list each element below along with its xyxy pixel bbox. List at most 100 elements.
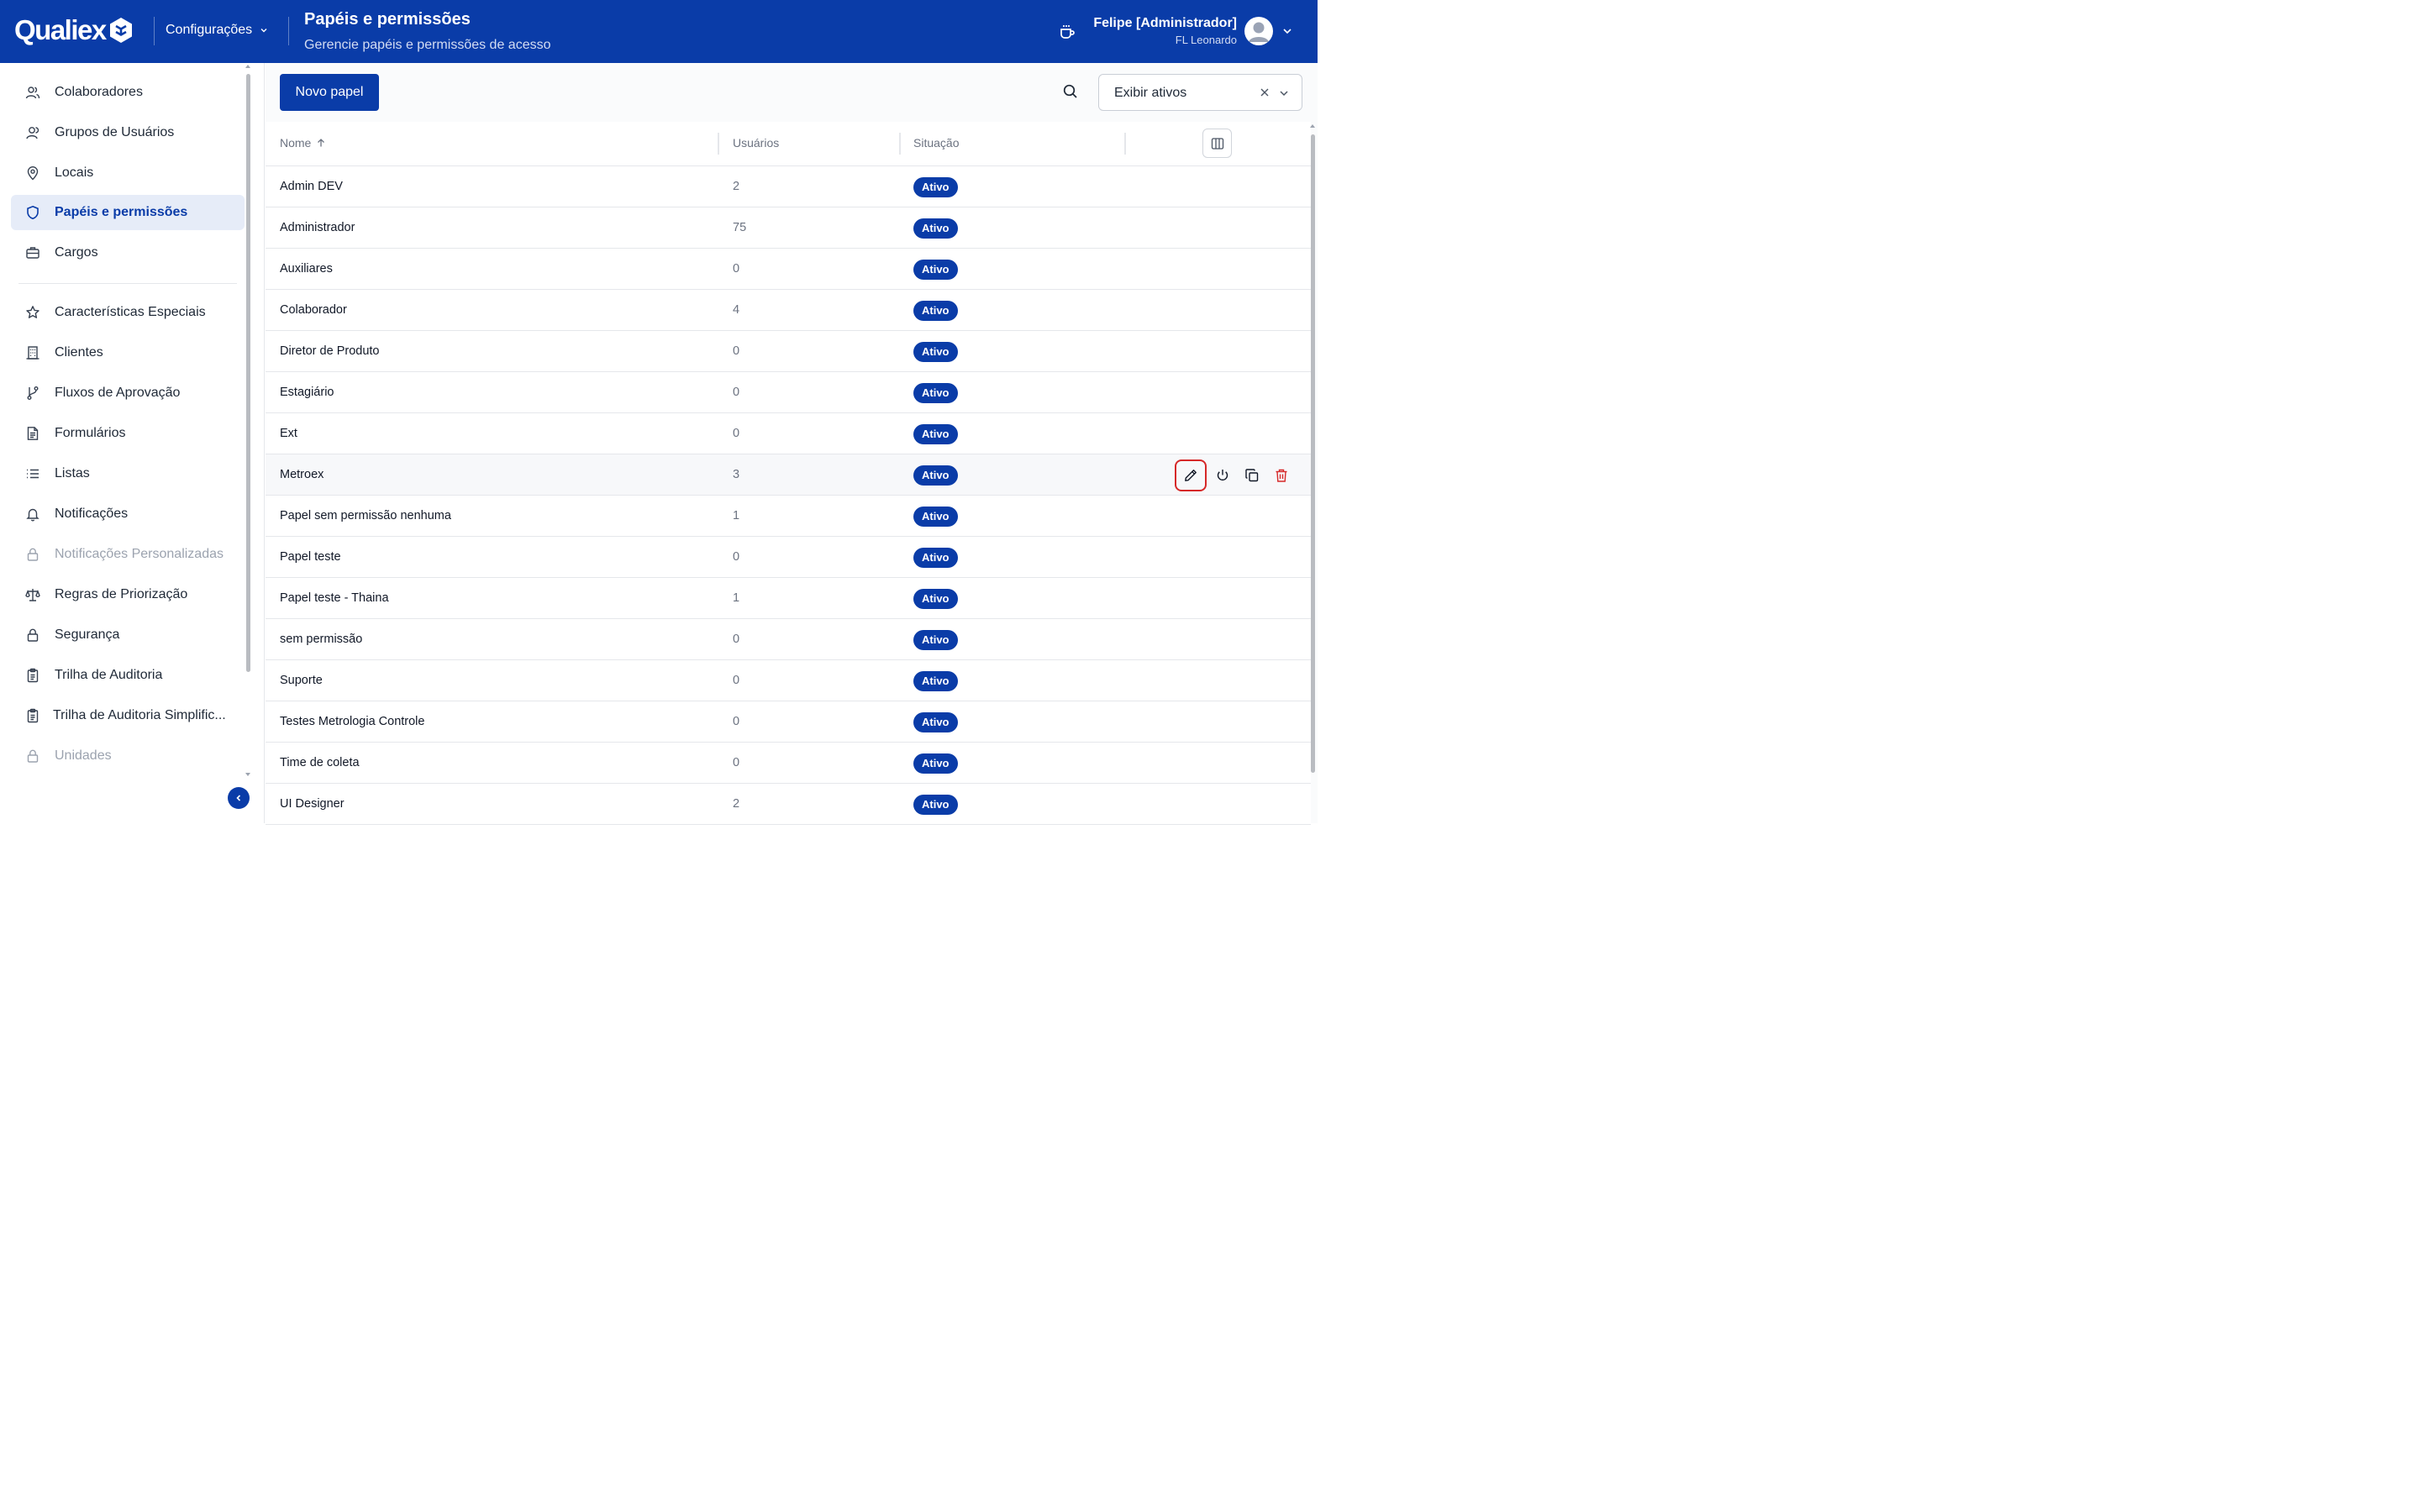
role-name: Papel teste - Thaina: [280, 591, 389, 605]
status-badge: Ativo: [913, 753, 958, 774]
table-row[interactable]: Auxiliares 0 Ativo: [266, 249, 1311, 290]
status-badge: Ativo: [913, 795, 958, 815]
scroll-down-arrow[interactable]: [245, 773, 250, 776]
column-resize-handle[interactable]: [1124, 133, 1126, 155]
scroll-up-arrow[interactable]: [245, 65, 250, 68]
column-label: Nome: [280, 136, 312, 150]
chevron-down-icon[interactable]: [1278, 87, 1290, 99]
sidebar-item-trilha-de-auditoria-simplificada[interactable]: Trilha de Auditoria Simplific...: [11, 698, 245, 733]
table-row[interactable]: Administrador 75 Ativo: [266, 207, 1311, 249]
column-header-users[interactable]: Usuários: [733, 136, 779, 150]
users-count: 1: [733, 591, 740, 605]
sidebar-item-grupos-de-usuarios[interactable]: Grupos de Usuários: [11, 115, 245, 150]
qualiex-logo[interactable]: Qualiex: [14, 14, 134, 46]
table-row[interactable]: Estagiário 0 Ativo: [266, 372, 1311, 413]
new-role-button[interactable]: Novo papel: [280, 74, 379, 111]
coffee-icon[interactable]: [1058, 23, 1076, 41]
role-name: Ext: [280, 427, 297, 440]
user-name[interactable]: Felipe [Administrador]: [1093, 16, 1237, 31]
users-count: 0: [733, 262, 740, 276]
user-group-icon: [25, 127, 39, 139]
sidebar-item-notificacoes[interactable]: Notificações: [11, 496, 245, 532]
sidebar-item-listas[interactable]: Listas: [11, 456, 245, 491]
header-divider: [288, 17, 289, 45]
trash-icon: [1276, 469, 1287, 482]
sidebar-item-label: Trilha de Auditoria Simplific...: [53, 708, 226, 722]
collapse-sidebar-button[interactable]: [228, 787, 250, 809]
columns-icon: [1211, 137, 1223, 150]
sidebar-scrollbar[interactable]: [246, 74, 250, 672]
users-count: 0: [733, 633, 740, 646]
table-row[interactable]: Admin DEV 2 Ativo: [266, 166, 1311, 207]
table-row[interactable]: Time de coleta 0 Ativo: [266, 743, 1311, 784]
sidebar-item-label: Características Especiais: [55, 305, 206, 319]
brand-name: Qualiex: [14, 14, 107, 45]
table-row[interactable]: Papel teste - Thaina 1 Ativo: [266, 578, 1311, 619]
column-header-status[interactable]: Situação: [913, 136, 959, 150]
sidebar-item-label: Papéis e permissões: [55, 205, 188, 219]
table-row[interactable]: Suporte 0 Ativo: [266, 660, 1311, 701]
role-name: Colaborador: [280, 303, 347, 317]
table-row[interactable]: Diretor de Produto 0 Ativo: [266, 331, 1311, 372]
user-avatar-icon[interactable]: [1244, 17, 1273, 45]
sidebar-item-formularios[interactable]: Formulários: [11, 416, 245, 451]
edit-button[interactable]: [1175, 459, 1207, 491]
chevron-left-icon: [236, 795, 241, 801]
users-icon: [25, 87, 39, 99]
person-icon: [1249, 22, 1269, 42]
users-count: 3: [733, 468, 740, 481]
scroll-up-arrow[interactable]: [1310, 124, 1315, 128]
chevron-down-icon[interactable]: [1281, 25, 1293, 37]
sidebar-item-trilha-de-auditoria[interactable]: Trilha de Auditoria: [11, 658, 245, 693]
file-text-icon: [27, 427, 38, 440]
sidebar-item-clientes[interactable]: Clientes: [11, 335, 245, 370]
role-name: Metroex: [280, 468, 324, 481]
lock-icon: [27, 749, 38, 763]
table-row[interactable]: Testes Metrologia Controle 0 Ativo: [266, 701, 1311, 743]
status-filter-select[interactable]: Exibir ativos: [1098, 74, 1302, 111]
column-header-name[interactable]: Nome: [280, 136, 326, 150]
users-count: 2: [733, 180, 740, 193]
role-name: Admin DEV: [280, 180, 343, 193]
duplicate-button[interactable]: [1236, 459, 1268, 491]
status-badge: Ativo: [913, 507, 958, 527]
sidebar-item-papeis-e-permissoes[interactable]: Papéis e permissões: [11, 195, 245, 230]
search-icon[interactable]: [1062, 83, 1079, 100]
sidebar-item-cargos[interactable]: Cargos: [11, 235, 245, 270]
users-count: 0: [733, 756, 740, 769]
deactivate-button[interactable]: [1207, 459, 1239, 491]
table-row[interactable]: Ext 0 Ativo: [266, 413, 1311, 454]
table-row[interactable]: Papel sem permissão nenhuma 1 Ativo: [266, 496, 1311, 537]
pencil-icon: [1185, 470, 1197, 481]
main-content: Novo papel Exibir ativos Nome Usuários S…: [266, 63, 1318, 825]
sidebar-item-caracteristicas-especiais[interactable]: Características Especiais: [11, 295, 245, 330]
sidebar-item-label: Clientes: [55, 345, 103, 360]
sidebar-item-locais[interactable]: Locais: [11, 155, 245, 191]
clear-icon[interactable]: [1259, 87, 1270, 98]
table-row[interactable]: Metroex 3 Ativo: [266, 454, 1311, 496]
column-resize-handle[interactable]: [899, 133, 901, 155]
column-settings-button[interactable]: [1202, 129, 1232, 158]
table-row[interactable]: Papel teste 0 Ativo: [266, 537, 1311, 578]
status-badge: Ativo: [913, 301, 958, 321]
sidebar-item-fluxos-de-aprovacao[interactable]: Fluxos de Aprovação: [11, 375, 245, 411]
sidebar-item-label: Trilha de Auditoria: [55, 668, 163, 682]
sidebar-item-seguranca[interactable]: Segurança: [11, 617, 245, 653]
users-count: 0: [733, 550, 740, 564]
table-row[interactable]: sem permissão 0 Ativo: [266, 619, 1311, 660]
table-scrollbar[interactable]: [1311, 134, 1315, 773]
sort-ascending-icon: [318, 139, 325, 147]
role-name: Diretor de Produto: [280, 344, 380, 358]
sidebar-item-colaboradores[interactable]: Colaboradores: [11, 75, 245, 110]
table-row[interactable]: Colaborador 4 Ativo: [266, 290, 1311, 331]
role-name: Suporte: [280, 674, 323, 687]
column-label: Situação: [913, 136, 960, 150]
status-badge: Ativo: [913, 177, 958, 197]
module-selector[interactable]: Configurações: [166, 23, 269, 38]
table-row[interactable]: UI Designer 2 Ativo: [266, 784, 1311, 825]
column-resize-handle[interactable]: [718, 133, 719, 155]
sidebar-item-label: Fluxos de Aprovação: [55, 386, 181, 400]
delete-button[interactable]: [1265, 459, 1297, 491]
users-count: 75: [733, 221, 747, 234]
sidebar-item-regras-de-priorizacao[interactable]: Regras de Priorização: [11, 577, 245, 612]
